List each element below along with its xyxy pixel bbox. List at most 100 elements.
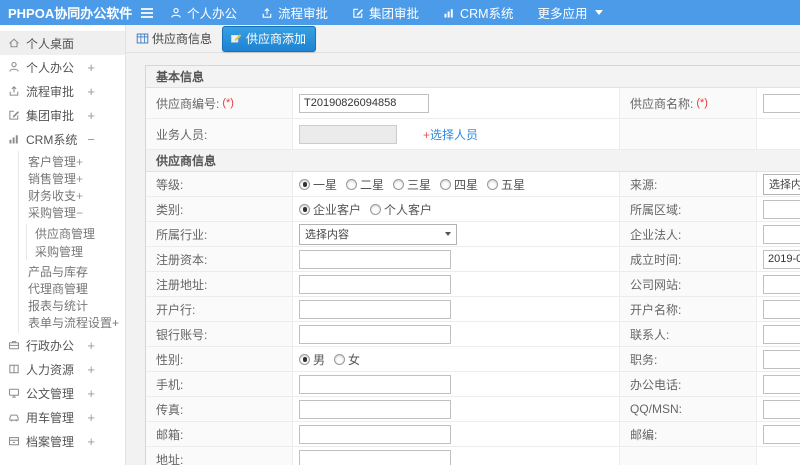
expand-toggle[interactable]: + [112,316,119,330]
expand-toggle[interactable]: + [76,265,83,279]
sidebar-item-vehicle-mgmt[interactable]: 用车管理 + [0,405,125,429]
region-input[interactable] [763,199,800,219]
field-value: +选择人员 [293,119,620,149]
level-radio-group: 一星 二星 三星 四星 五星 [299,176,525,193]
account-number-input[interactable] [299,324,451,344]
sidebar-item-form-flow-settings[interactable]: 表单与流程设置 + [19,314,125,331]
reg-address-input[interactable] [299,274,451,294]
edit-icon [8,109,20,121]
sidebar-item-personal-office[interactable]: 个人办公 + [0,55,125,79]
sidebar-item-sales-mgmt[interactable]: 销售管理 + [19,170,125,187]
expand-toggle[interactable]: + [76,282,83,296]
sidebar-item-reports[interactable]: 报表与统计 [19,297,125,314]
sidebar-item-hr[interactable]: 人力资源 + [0,357,125,381]
collapse-toggle[interactable]: − [87,132,95,147]
zip-input[interactable] [763,424,800,444]
sidebar-item-customer-mgmt[interactable]: 客户管理 + [19,153,125,170]
supplier-name-input[interactable] [763,93,800,113]
field-label: 传真: [146,397,293,421]
sidebar-label: 流程审批 [26,84,75,99]
sidebar: 个人桌面 个人办公 + 流程审批 + 集团审批 + CRM系统 − 客户管理 +… [0,25,126,465]
industry-select[interactable]: 选择内容 [299,223,457,245]
website-input[interactable] [763,274,800,294]
form-row: 开户行: 开户名称: [146,297,800,322]
sidebar-item-group-approval[interactable]: 集团审批 + [0,103,125,127]
radio-option[interactable]: 三星 [393,176,431,193]
fax-input[interactable] [299,399,451,419]
contact-input[interactable] [763,324,800,344]
choose-staff-link[interactable]: +选择人员 [423,126,478,143]
radio-icon[interactable] [334,353,346,365]
radio-icon[interactable] [440,178,452,190]
collapse-toggle[interactable]: − [76,206,83,220]
nav-process-approval[interactable]: 流程审批 [261,3,328,22]
supplier-code-input[interactable] [299,93,429,113]
radio-icon[interactable] [346,178,358,190]
nav-group-approval[interactable]: 集团审批 [352,3,419,22]
sidebar-item-product-inventory[interactable]: 产品与库存 + [19,263,125,280]
field-value [757,297,800,321]
hamburger-menu-icon[interactable] [140,7,154,19]
radio-option[interactable]: 一星 [299,176,337,193]
bank-input[interactable] [299,299,451,319]
expand-toggle[interactable]: + [87,386,95,401]
expand-toggle[interactable]: + [76,172,83,186]
sidebar-item-supplier-mgmt[interactable]: 供应商管理 [27,224,125,242]
account-name-input[interactable] [763,299,800,319]
radio-icon[interactable] [370,203,382,215]
position-input[interactable] [763,349,800,369]
sidebar-item-admin-office[interactable]: 行政办公 + [0,333,125,357]
capital-input[interactable] [299,249,451,269]
radio-option[interactable]: 企业客户 [299,201,361,218]
nav-crm[interactable]: CRM系统 [443,3,514,22]
tab-supplier-info[interactable]: 供应商信息 [136,30,212,47]
radio-option[interactable]: 二星 [346,176,384,193]
source-select[interactable]: 选择内容 [763,173,800,195]
radio-option[interactable]: 五星 [487,176,525,193]
sidebar-item-process-approval[interactable]: 流程审批 + [0,79,125,103]
radio-option[interactable]: 男 [299,351,325,368]
qq-msn-input[interactable] [763,399,800,419]
expand-toggle[interactable]: + [87,362,95,377]
field-value: 男 女 [293,347,620,371]
expand-toggle[interactable]: + [87,434,95,449]
radio-icon[interactable] [393,178,405,190]
radio-icon[interactable] [299,353,310,365]
expand-toggle[interactable]: + [87,60,95,75]
sidebar-item-personal-desktop[interactable]: 个人桌面 [0,31,125,55]
office-phone-input[interactable] [763,374,800,394]
email-input[interactable] [299,424,451,444]
radio-icon[interactable] [299,178,310,190]
legal-person-input[interactable] [763,224,800,244]
sidebar-label: 财务收支 [28,189,77,203]
tab-supplier-add[interactable]: 供应商添加 [222,25,317,52]
monitor-icon [8,387,20,399]
radio-icon[interactable] [299,203,310,215]
expand-toggle[interactable]: + [76,189,83,203]
address-input[interactable] [299,449,451,465]
radio-option[interactable]: 女 [334,351,360,368]
radio-option[interactable]: 四星 [440,176,478,193]
field-label: 注册地址: [146,272,293,296]
nav-more-apps[interactable]: 更多应用 [538,3,603,22]
nav-personal-office[interactable]: 个人办公 [170,3,237,22]
founded-date-input[interactable] [763,249,800,269]
expand-toggle[interactable]: + [76,155,83,169]
expand-toggle[interactable]: + [87,338,95,353]
sidebar-item-finance[interactable]: 财务收支 + [19,187,125,204]
mobile-input[interactable] [299,374,451,394]
edit-icon [352,7,364,19]
field-value [757,372,800,396]
expand-toggle[interactable]: + [87,410,95,425]
expand-toggle[interactable]: + [87,84,95,99]
sidebar-item-agent-mgmt[interactable]: 代理商管理 + [19,280,125,297]
sidebar-item-purchase-mgmt-sub[interactable]: 采购管理 [27,242,125,260]
expand-toggle[interactable]: + [87,108,95,123]
radio-icon[interactable] [487,178,499,190]
radio-option[interactable]: 个人客户 [370,201,432,218]
sidebar-item-crm[interactable]: CRM系统 − [0,127,125,151]
sidebar-label: 供应商管理 [35,226,96,241]
sidebar-item-purchase-mgmt[interactable]: 采购管理 − [19,204,125,221]
sidebar-item-document-mgmt[interactable]: 公文管理 + [0,381,125,405]
sidebar-item-archive-mgmt[interactable]: 档案管理 + [0,429,125,453]
